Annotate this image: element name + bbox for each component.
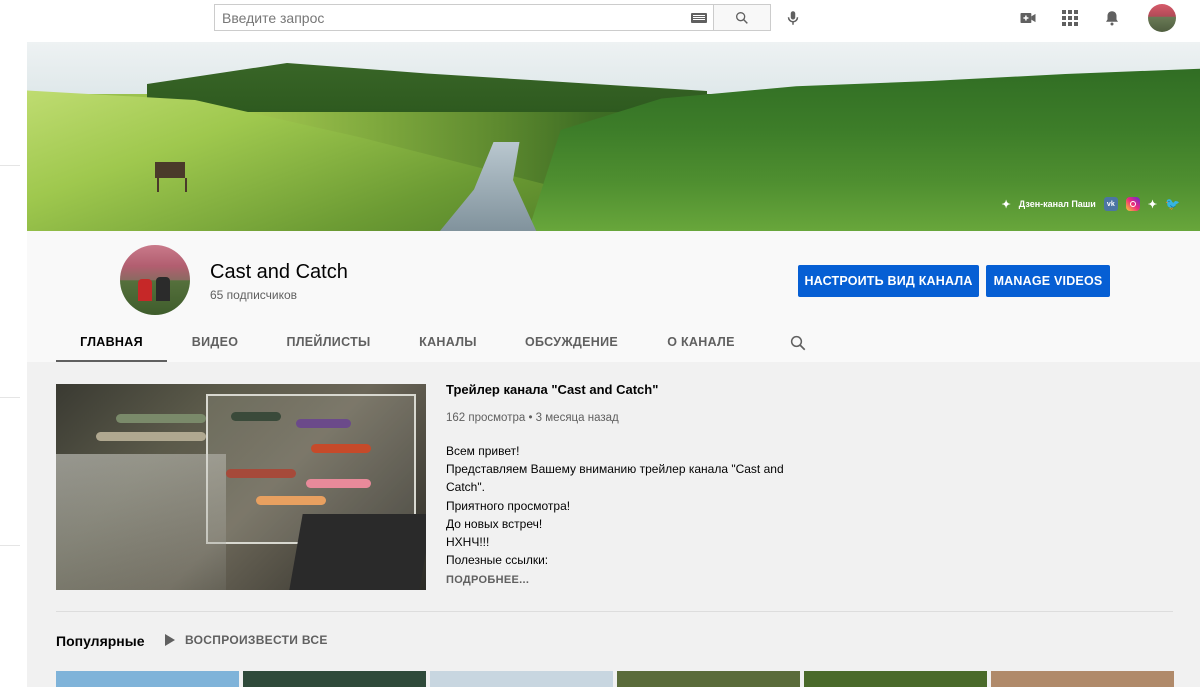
vk-icon[interactable]: vk: [1103, 197, 1118, 211]
apps-button[interactable]: [1058, 6, 1082, 30]
video-thumbnail[interactable]: [617, 671, 800, 687]
apps-grid-icon: [1062, 10, 1078, 26]
description-line: Всем привет!: [446, 444, 520, 458]
channel-content: Трейлер канала "Cast and Catch" 162 прос…: [27, 362, 1200, 687]
description-line: До новых встреч!: [446, 516, 543, 531]
tab-channels[interactable]: КАНАЛЫ: [394, 322, 502, 362]
channel-banner: ✦ Дзен-канал Паши vk ✦ 🐦: [27, 42, 1200, 231]
channel-title: Cast and Catch: [210, 261, 348, 283]
search-icon: [790, 335, 806, 351]
tackle-case: [289, 514, 426, 590]
create-video-button[interactable]: [1016, 6, 1040, 30]
sidebar-collapsed: [0, 42, 27, 687]
voice-search-button[interactable]: [780, 5, 806, 31]
video-thumbnail[interactable]: [56, 671, 239, 687]
sidebar-divider: [0, 545, 20, 546]
zen-icon: ✦: [1001, 198, 1011, 211]
keyboard-icon[interactable]: [685, 4, 713, 31]
trailer-description: Всем привет! Представляем Вашему внимани…: [446, 442, 806, 569]
video-thumbnail[interactable]: [991, 671, 1174, 687]
tab-playlists[interactable]: ПЛЕЙЛИСТЫ: [263, 322, 394, 362]
lure-bag: [56, 454, 226, 590]
video-thumbnail[interactable]: [430, 671, 613, 687]
read-more-link[interactable]: ПОДРОБНЕЕ...: [446, 574, 529, 586]
video-thumbnail[interactable]: [243, 671, 426, 687]
sidebar-divider: [0, 165, 20, 166]
section-divider: [56, 611, 1173, 612]
notifications-button[interactable]: [1100, 6, 1124, 30]
play-icon: [165, 634, 175, 646]
tab-about[interactable]: О КАНАЛЕ: [641, 322, 761, 362]
channel-avatar: [120, 245, 190, 315]
description-line: Приятного просмотра!: [446, 498, 571, 513]
banner-link-zen[interactable]: Дзен-канал Паши: [1019, 199, 1096, 209]
channel-tabs: ГЛАВНАЯ ВИДЕО ПЛЕЙЛИСТЫ КАНАЛЫ ОБСУЖДЕНИ…: [56, 322, 761, 362]
channel-search-button[interactable]: [787, 332, 809, 354]
mic-icon: [787, 11, 799, 25]
description-line: Представляем Вашему вниманию трейлер кан…: [446, 462, 787, 495]
lure: [231, 412, 281, 421]
lure: [116, 414, 206, 423]
trailer-title[interactable]: Трейлер канала "Cast and Catch": [446, 382, 658, 397]
bell-icon: [1106, 11, 1118, 26]
channel-header: Cast and Catch 65 подписчиков НАСТРОИТЬ …: [27, 231, 1200, 362]
tab-home[interactable]: ГЛАВНАЯ: [56, 322, 167, 362]
search-icon: [736, 11, 748, 24]
customize-channel-button[interactable]: НАСТРОИТЬ ВИД КАНАЛА: [798, 265, 979, 297]
lure: [96, 432, 206, 441]
video-camera-icon: [1020, 13, 1036, 23]
search-button[interactable]: [713, 4, 771, 31]
manage-videos-button[interactable]: MANAGE VIDEOS: [986, 265, 1110, 297]
zen-icon[interactable]: ✦: [1148, 198, 1157, 211]
twitter-icon[interactable]: 🐦: [1165, 197, 1180, 211]
tab-discussion[interactable]: ОБСУЖДЕНИЕ: [502, 322, 641, 362]
search-input[interactable]: [222, 9, 685, 26]
lure: [226, 469, 296, 478]
sidebar-divider: [0, 397, 20, 398]
popular-videos-row: [56, 671, 1174, 687]
lure: [306, 479, 371, 488]
play-all-label: ВОСПРОИЗВЕСТИ ВСЕ: [185, 633, 328, 647]
banner-links: ✦ Дзен-канал Паши vk ✦ 🐦: [1001, 197, 1180, 211]
description-line: Полезные ссылки:: [446, 553, 549, 568]
banner-bench: [155, 162, 187, 192]
play-all-button[interactable]: ВОСПРОИЗВЕСТИ ВСЕ: [165, 633, 328, 647]
lure: [296, 419, 351, 428]
masthead: [0, 0, 1200, 42]
avatar-person: [156, 277, 170, 301]
popular-section-title[interactable]: Популярные: [56, 633, 144, 649]
lure: [311, 444, 371, 453]
lure: [256, 496, 326, 505]
description-line: НХНЧ!!!: [446, 535, 490, 550]
search-bar: [214, 4, 771, 31]
subscriber-count: 65 подписчиков: [210, 288, 298, 302]
video-thumbnail[interactable]: [804, 671, 987, 687]
trailer-meta: 162 просмотра • 3 месяца назад: [446, 412, 619, 424]
instagram-icon[interactable]: [1125, 197, 1140, 211]
account-avatar[interactable]: [1148, 4, 1176, 32]
tab-videos[interactable]: ВИДЕО: [167, 322, 263, 362]
avatar-person: [138, 279, 152, 301]
search-box[interactable]: [214, 4, 713, 31]
trailer-thumbnail[interactable]: [56, 384, 426, 590]
